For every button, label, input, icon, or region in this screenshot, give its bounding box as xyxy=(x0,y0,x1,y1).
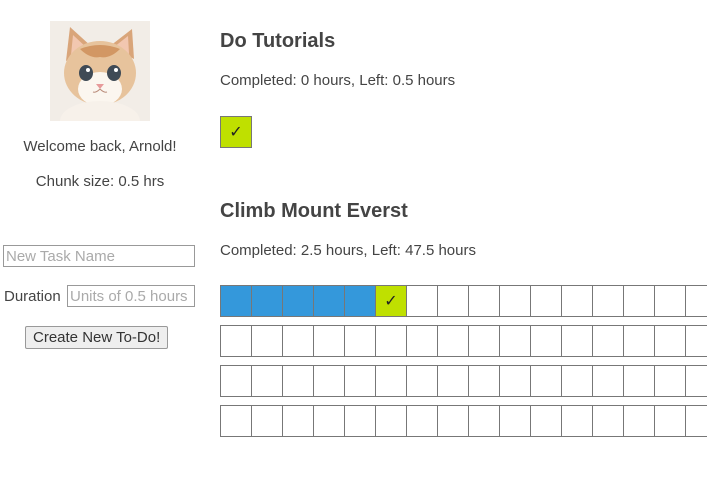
chunk-empty xyxy=(530,405,561,437)
chunk-completed xyxy=(220,285,251,317)
duration-input[interactable] xyxy=(67,285,195,307)
chunk-empty xyxy=(406,325,437,357)
chunk-completed xyxy=(251,285,282,317)
chunk-empty xyxy=(313,365,344,397)
kitten-photo xyxy=(50,21,150,121)
task-title: Do Tutorials xyxy=(220,30,336,52)
chunk-grid: ✓ xyxy=(220,116,252,156)
chunk-empty xyxy=(530,285,561,317)
chunk-empty xyxy=(468,365,499,397)
chunk-empty xyxy=(282,405,313,437)
chunk-empty xyxy=(468,405,499,437)
chunk-empty xyxy=(654,325,685,357)
task-progress-text: Completed: 2.5 hours, Left: 47.5 hours xyxy=(220,242,476,259)
welcome-message: Welcome back, Arnold! xyxy=(23,138,177,155)
chunk-empty xyxy=(654,285,685,317)
chunk-empty xyxy=(313,405,344,437)
chunk-empty xyxy=(344,325,375,357)
chunk-empty xyxy=(530,325,561,357)
chunk-empty xyxy=(623,405,654,437)
chunk-empty xyxy=(220,325,251,357)
chunk-empty xyxy=(685,365,707,397)
chunk-empty xyxy=(561,365,592,397)
chunk-empty xyxy=(282,325,313,357)
sidebar: Welcome back, Arnold! Chunk size: 0.5 hr… xyxy=(0,0,200,489)
chunk-empty xyxy=(220,365,251,397)
chunk-empty xyxy=(592,325,623,357)
chunk-empty xyxy=(530,365,561,397)
chunk-empty xyxy=(220,405,251,437)
chunk-row: ✓ xyxy=(220,116,252,148)
task-progress-text: Completed: 0 hours, Left: 0.5 hours xyxy=(220,72,456,89)
chunk-empty xyxy=(251,325,282,357)
chunk-empty xyxy=(561,325,592,357)
chunk-empty xyxy=(592,365,623,397)
chunk-empty xyxy=(437,325,468,357)
chunk-completed xyxy=(282,285,313,317)
chunk-checkoff-button[interactable]: ✓ xyxy=(375,285,406,317)
chunk-empty xyxy=(499,285,530,317)
chunk-empty xyxy=(592,405,623,437)
chunk-empty xyxy=(313,325,344,357)
chunk-empty xyxy=(344,405,375,437)
avatar xyxy=(50,21,150,121)
chunk-empty xyxy=(654,365,685,397)
chunk-empty xyxy=(375,405,406,437)
duration-label: Duration xyxy=(4,288,61,305)
chunk-empty xyxy=(437,365,468,397)
chunk-empty xyxy=(375,325,406,357)
task-name-input[interactable] xyxy=(3,245,195,267)
chunk-row xyxy=(220,405,707,437)
chunk-empty xyxy=(499,325,530,357)
task-title: Climb Mount Everst xyxy=(220,200,408,222)
chunk-completed xyxy=(313,285,344,317)
chunk-empty xyxy=(499,405,530,437)
chunk-empty xyxy=(623,325,654,357)
chunk-empty xyxy=(685,285,707,317)
chunk-empty xyxy=(437,405,468,437)
chunk-row xyxy=(220,365,707,397)
chunk-empty xyxy=(251,365,282,397)
chunk-empty xyxy=(561,405,592,437)
chunk-row: ✓ xyxy=(220,285,707,317)
chunk-grid: ✓ xyxy=(220,285,707,445)
chunk-empty xyxy=(561,285,592,317)
chunk-empty xyxy=(282,365,313,397)
chunk-empty xyxy=(654,405,685,437)
chunk-completed xyxy=(344,285,375,317)
chunk-empty xyxy=(685,405,707,437)
chunk-empty xyxy=(406,405,437,437)
check-icon: ✓ xyxy=(229,124,243,141)
check-icon: ✓ xyxy=(384,293,398,310)
chunk-empty xyxy=(344,365,375,397)
chunk-empty xyxy=(251,405,282,437)
chunk-empty xyxy=(406,285,437,317)
create-todo-button[interactable]: Create New To-Do! xyxy=(25,326,169,349)
chunk-checkoff-button[interactable]: ✓ xyxy=(220,116,252,148)
chunk-empty xyxy=(592,285,623,317)
chunk-empty xyxy=(468,325,499,357)
chunk-empty xyxy=(406,365,437,397)
chunk-empty xyxy=(623,285,654,317)
chunk-empty xyxy=(468,285,499,317)
chunk-empty xyxy=(623,365,654,397)
chunk-empty xyxy=(685,325,707,357)
chunk-size-text: Chunk size: 0.5 hrs xyxy=(35,173,165,190)
chunk-empty xyxy=(375,365,406,397)
chunk-empty xyxy=(499,365,530,397)
chunk-empty xyxy=(437,285,468,317)
chunk-row xyxy=(220,325,707,357)
